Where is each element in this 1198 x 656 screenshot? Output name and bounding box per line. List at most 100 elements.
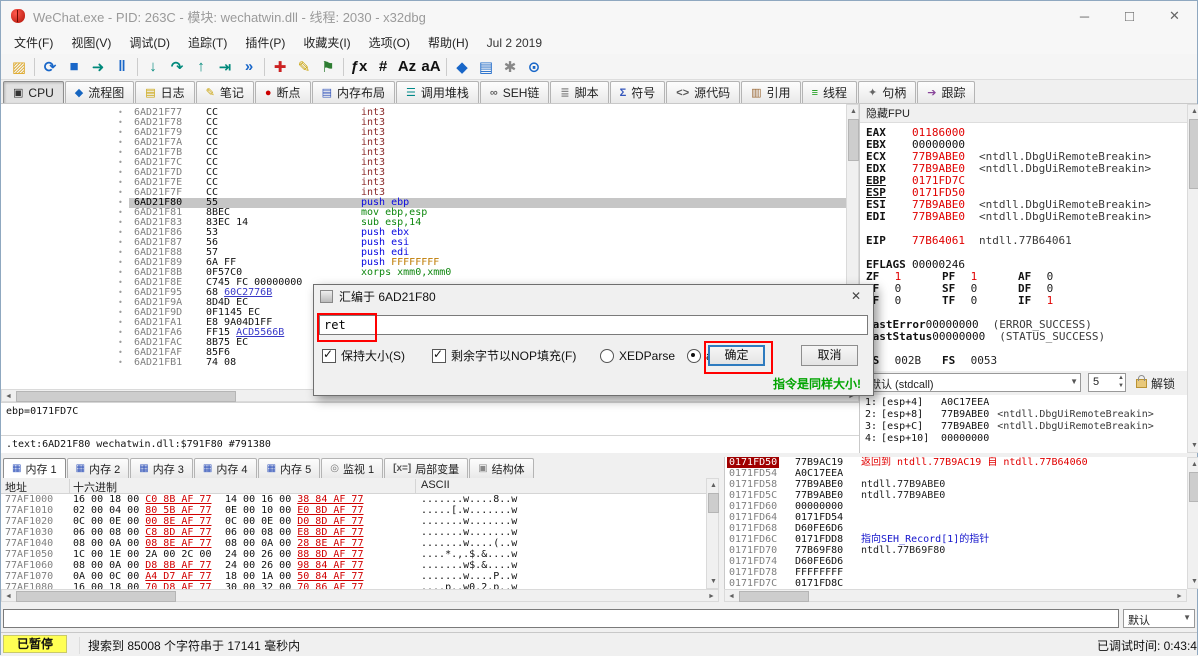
tab-notes[interactable]: ✎笔记 [196,81,254,103]
stack-row[interactable]: 0171FD5C77B9ABE0ntdll.77B9ABE0 [725,490,1187,501]
step-into-icon[interactable]: ↓ [141,56,165,78]
breakpoint-dot[interactable]: • [118,128,123,138]
menu-item-3[interactable]: 追踪(T) [179,31,236,54]
dump-row[interactable]: 77AF103006 00 08 00 C8 8D AF 7706 00 08 … [1,527,706,538]
settings-icon[interactable]: ✱ [498,56,522,78]
dump-row[interactable]: 77AF10501C 00 1E 00 2A 00 2C 0024 00 26 … [1,549,706,560]
run-to-user-icon[interactable]: ⇥ [213,56,237,78]
stack-row[interactable]: 0171FD78FFFFFFFF [725,567,1187,578]
disasm-row[interactable]: •6AD21F8756push esi [1,238,846,248]
breakpoint-dot[interactable]: • [118,288,123,298]
hash-icon[interactable]: # [371,56,395,78]
scroll-down-icon[interactable] [1188,439,1198,452]
tab-dump-5[interactable]: ▦内存 5 [258,458,321,478]
case-icon[interactable]: aA [419,56,443,78]
tab-script[interactable]: ≣脚本 [550,81,608,103]
argument-row[interactable]: 3:[esp+C]77B9ABE0<ntdll.DbgUiRemoteBreak… [865,421,1187,433]
help-icon[interactable]: ⊙ [522,56,546,78]
comment-icon[interactable]: ✎ [292,56,316,78]
breakpoint-dot[interactable]: • [118,348,123,358]
menu-item-0[interactable]: 文件(F) [5,31,62,54]
stack-row[interactable]: 0171FD54A0C17EEA [725,468,1187,479]
stack-row[interactable]: 0171FD7C0171FD8C [725,578,1187,589]
scrollbar-thumb[interactable] [16,391,236,402]
stack-row[interactable]: 0171FD6C0171FDD8指向SEH_Record[1]的指针 [725,534,1187,545]
breakpoint-dot[interactable]: • [118,328,123,338]
cancel-button[interactable]: 取消 [801,345,858,366]
scroll-up-icon[interactable] [1188,458,1198,471]
tab-memory-map[interactable]: ▤内存布局 [312,81,395,103]
argument-count-spinner[interactable]: 5 ▲▼ [1088,373,1126,392]
flags-row[interactable]: GS 002BFS 0053 [866,355,1187,367]
register-row[interactable]: EDI77B9ABE0<ntdll.DbgUiRemoteBreakin> [866,211,1187,223]
argument-row[interactable]: 1:[esp+4]A0C17EEA [865,397,1187,409]
scroll-right-icon[interactable] [1173,590,1186,603]
scrollbar-thumb[interactable] [739,591,809,602]
breakpoint-dot[interactable]: • [118,308,123,318]
breakpoint-dot[interactable]: • [118,168,123,178]
scrollbar-thumb[interactable] [848,119,859,161]
checkbox-checked-icon[interactable] [432,349,446,363]
tab-cpu[interactable]: ▣CPU [3,81,64,103]
dump-horizontal-scrollbar[interactable] [1,589,719,602]
breakpoint-dot[interactable]: • [118,268,123,278]
stack-horizontal-scrollbar[interactable] [724,589,1187,602]
maximize-icon[interactable] [1107,1,1152,31]
strings-icon[interactable]: Az [395,56,419,78]
radio-off-icon[interactable] [600,349,614,363]
tab-graph[interactable]: ◆流程图 [65,81,134,103]
menu-item-6[interactable]: 选项(O) [360,31,419,54]
breakpoint-dot[interactable]: • [118,178,123,188]
breakpoint-dot[interactable]: • [118,158,123,168]
label-icon[interactable]: ⚑ [316,56,340,78]
spinner-arrows-icon[interactable]: ▲▼ [1118,374,1124,390]
breakpoint-dot[interactable]: • [118,188,123,198]
patch-icon[interactable]: ✚ [268,56,292,78]
flags-row[interactable]: CF 0TF 0IF 1 [866,295,1187,307]
ok-button[interactable]: 确定 [708,345,765,366]
breakpoint-dot[interactable]: • [118,208,123,218]
scroll-down-icon[interactable] [1188,575,1198,588]
stack-row[interactable]: 0171FD640171FD54 [725,512,1187,523]
tab-symbols[interactable]: Σ符号 [610,81,666,103]
breakpoint-dot[interactable]: • [118,358,123,368]
disasm-row[interactable]: •6AD21F77CCint3 [1,108,846,118]
disasm-row[interactable]: •6AD21F7DCCint3 [1,168,846,178]
breakpoint-dot[interactable]: • [118,278,123,288]
scroll-left-icon[interactable] [2,590,15,603]
tab-dump-2[interactable]: ▦内存 2 [67,458,130,478]
stack-row[interactable]: 0171FD74D60FE6D6 [725,556,1187,567]
stack-row[interactable]: 0171FD6000000000 [725,501,1187,512]
scroll-up-icon[interactable] [1188,105,1198,118]
close-icon[interactable] [1152,1,1197,31]
disasm-row[interactable]: •6AD21F8383EC 14sub esp,14 [1,218,846,228]
checkbox-checked-icon[interactable] [322,349,336,363]
menu-item-1[interactable]: 视图(V) [62,31,120,54]
step-over-icon[interactable]: ↷ [165,56,189,78]
breakpoint-dot[interactable]: • [118,118,123,128]
scroll-down-icon[interactable] [707,575,720,588]
scroll-up-icon[interactable] [707,479,720,492]
dump-row[interactable]: 77AF10200C 00 0E 00 00 8E AF 770C 00 0E … [1,516,706,527]
disasm-row[interactable]: •6AD21F8B0F57C0xorps xmm0,xmm0 [1,268,846,278]
restart-icon[interactable]: ⟳ [38,56,62,78]
calling-convention-combo[interactable]: 默认 (stdcall) ▼ [865,373,1081,392]
argument-row[interactable]: 4:[esp+10]00000000 [865,433,1187,445]
breakpoint-dot[interactable]: • [118,318,123,328]
stack-row[interactable]: 0171FD5877B9ABE0ntdll.77B9ABE0 [725,479,1187,490]
stack-row[interactable]: 0171FD68D60FE6D6 [725,523,1187,534]
graph-icon[interactable]: ◆ [450,56,474,78]
scrollbar-thumb[interactable] [16,591,176,602]
menu-item-7[interactable]: 帮助(H) [419,31,478,54]
tab-call-stack[interactable]: ☰调用堆栈 [396,81,479,103]
stop-icon[interactable]: ■ [62,56,86,78]
breakpoint-dot[interactable]: • [118,198,123,208]
disasm-row[interactable]: •6AD21F7BCCint3 [1,148,846,158]
scrollbar-thumb[interactable] [1189,119,1198,189]
breakpoint-dot[interactable]: • [118,298,123,308]
stack-vertical-scrollbar[interactable] [1187,457,1198,589]
breakpoint-dot[interactable]: • [118,338,123,348]
tab-dump-4[interactable]: ▦内存 4 [194,458,257,478]
animate-icon[interactable]: » [237,56,261,78]
breakpoint-dot[interactable]: • [118,138,123,148]
